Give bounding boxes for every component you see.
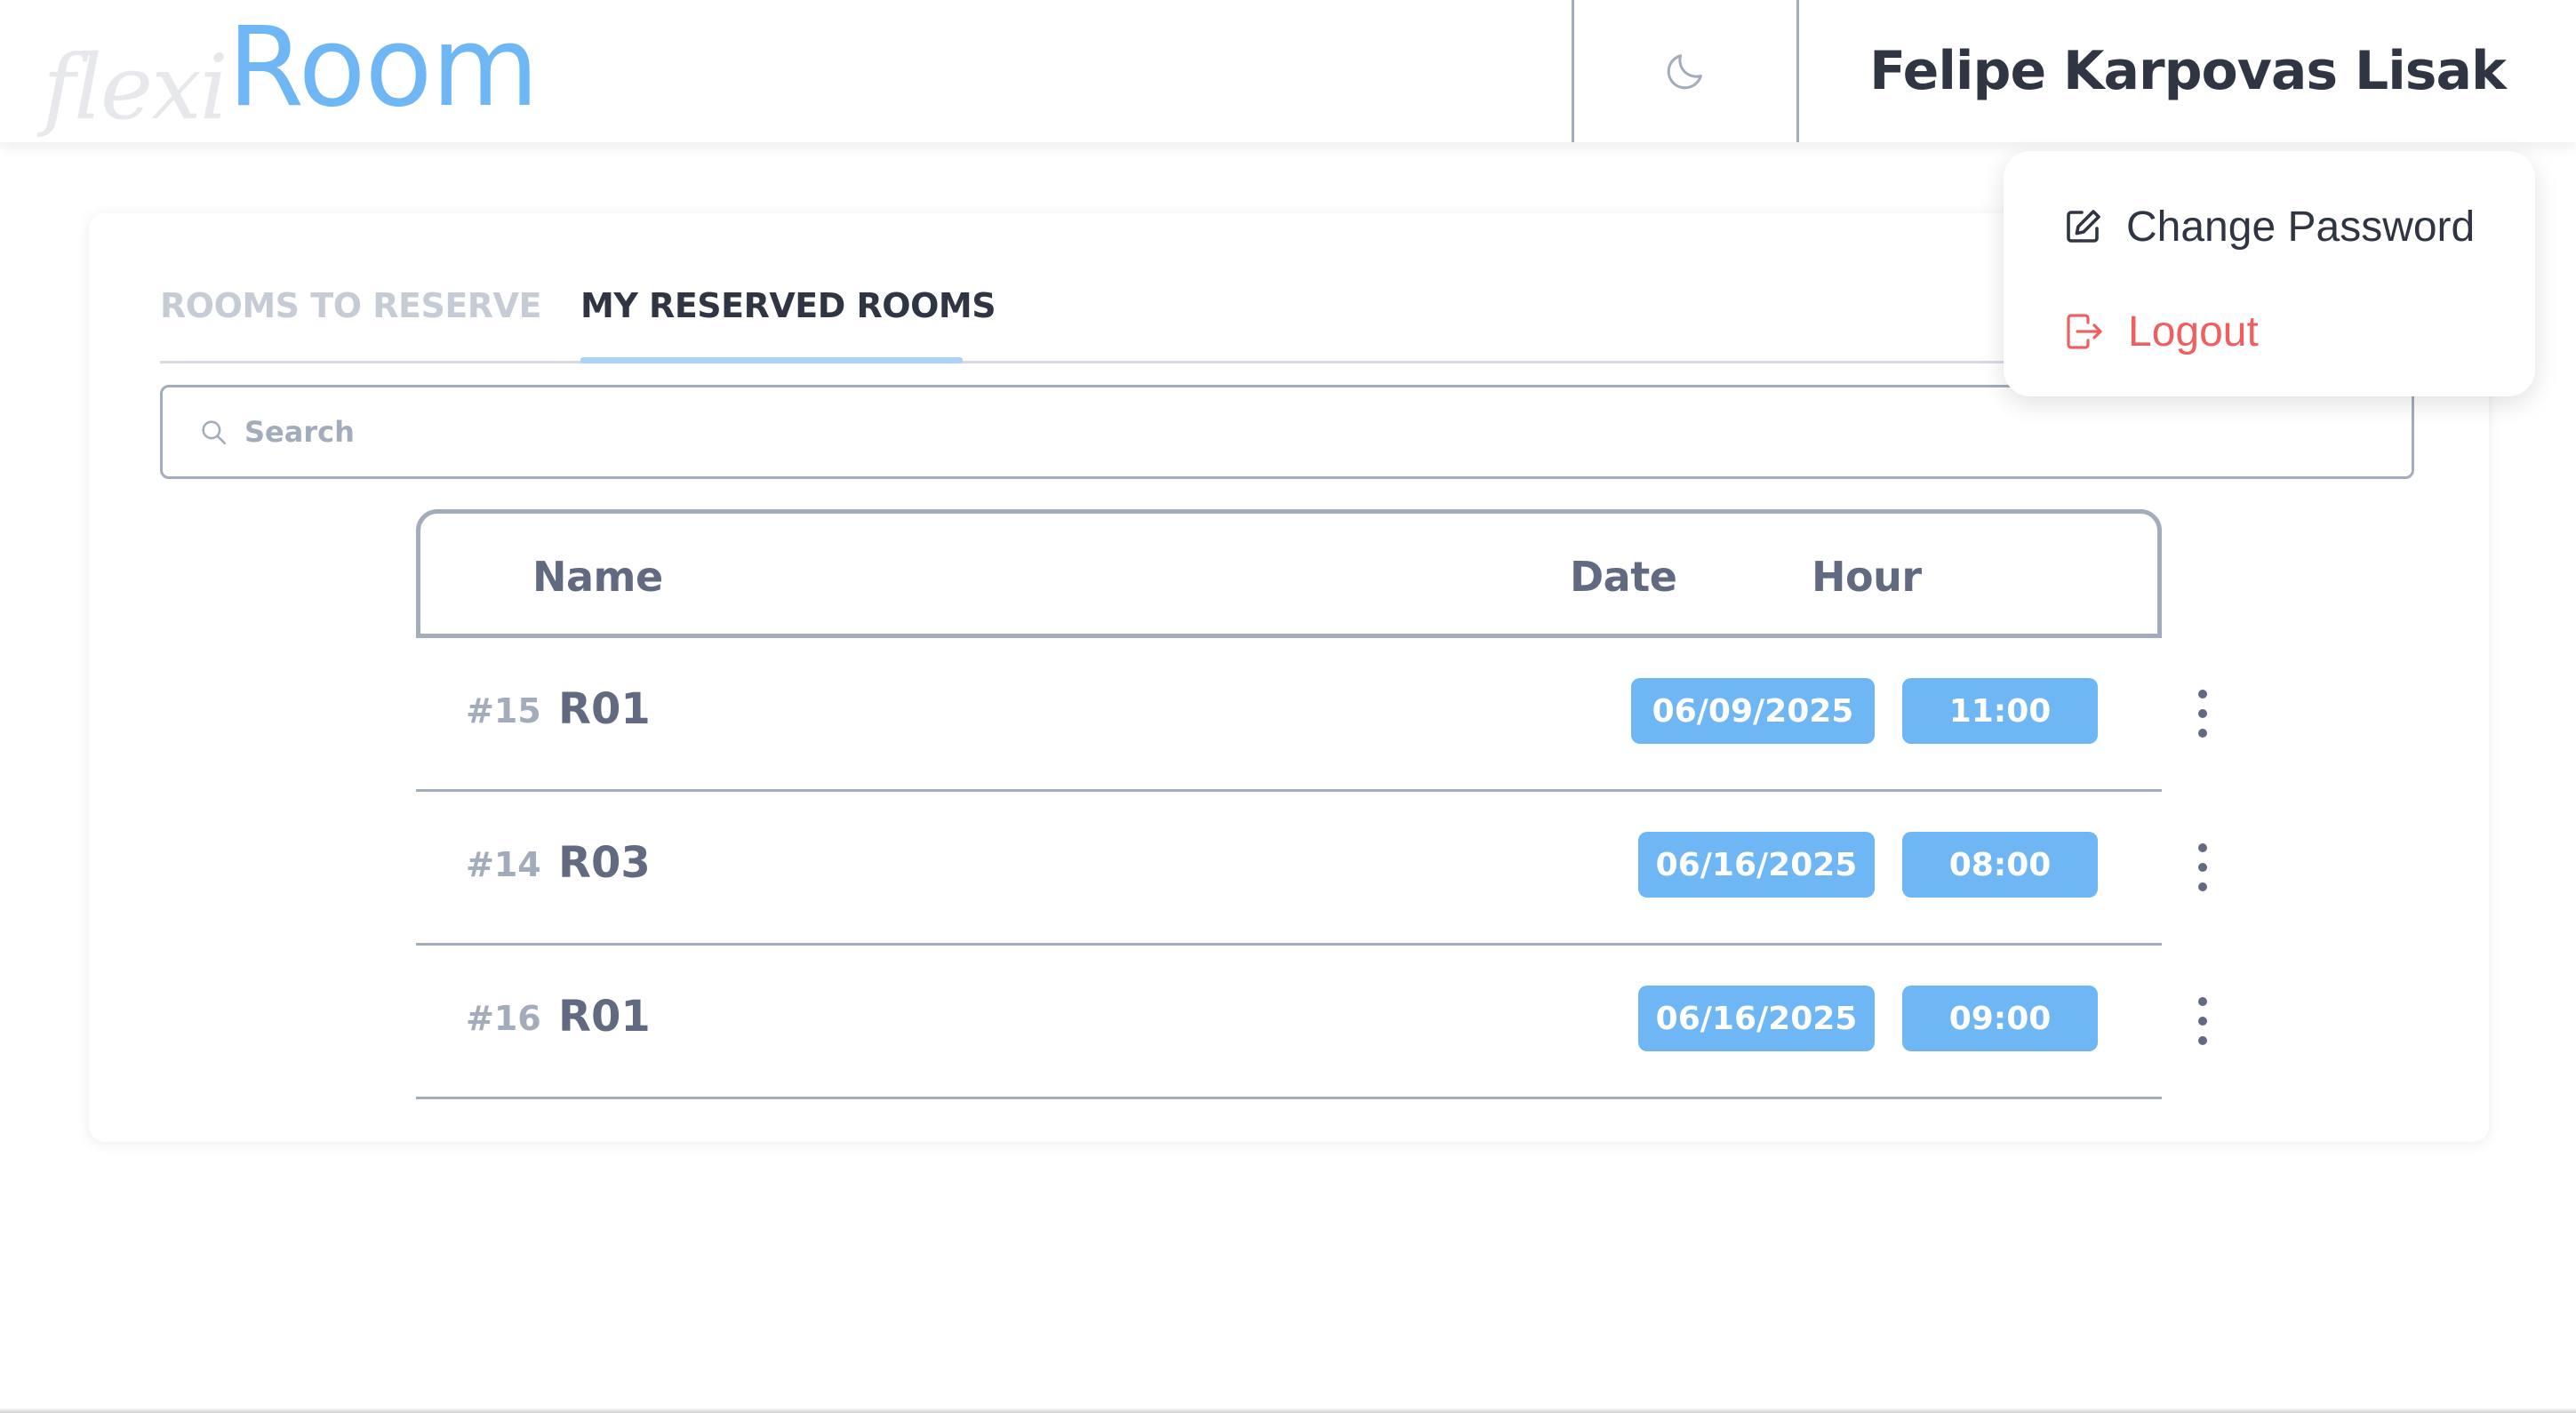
hour-badge[interactable]: 09:00: [1902, 986, 2098, 1051]
user-name: Felipe Karpovas Lisak: [1869, 40, 2507, 102]
table-row[interactable]: #16 R01 06/16/2025 09:00: [416, 946, 2207, 1099]
reservation-id: #15: [466, 691, 541, 730]
reservation-id: #16: [466, 999, 541, 1038]
app-logo[interactable]: flexi Room: [36, 0, 569, 142]
date-badge[interactable]: 06/09/2025: [1631, 678, 1875, 744]
logout-label: Logout: [2128, 307, 2259, 355]
logo-word-text: Room: [228, 4, 539, 132]
edit-icon: [2067, 210, 2100, 243]
tab-rooms-to-reserve[interactable]: ROOMS TO RESERVE: [160, 286, 541, 325]
hour-badge[interactable]: 08:00: [1902, 832, 2098, 898]
column-header-name: Name: [532, 553, 663, 601]
change-password-item[interactable]: Change Password: [2062, 196, 2475, 258]
tab-my-reserved-rooms[interactable]: MY RESERVED ROOMS: [580, 286, 996, 325]
active-tab-indicator: [580, 357, 963, 363]
room-name: R03: [558, 838, 651, 888]
theme-toggle-button[interactable]: [1574, 0, 1796, 142]
window-bottom-edge: [0, 1408, 2576, 1413]
logout-item[interactable]: Logout: [2062, 300, 2259, 363]
search-field[interactable]: [160, 385, 2414, 479]
table-row[interactable]: #15 R01 06/09/2025 11:00: [416, 638, 2207, 792]
change-password-label: Change Password: [2126, 203, 2476, 251]
search-icon: [198, 417, 228, 447]
table-row[interactable]: #14 R03 06/16/2025 08:00: [416, 792, 2207, 946]
room-name: R01: [558, 992, 651, 1042]
moon-icon: [1667, 54, 1702, 90]
user-menu-button[interactable]: Felipe Karpovas Lisak: [1799, 0, 2576, 142]
column-header-date: Date: [1570, 553, 1677, 601]
search-input[interactable]: [243, 414, 2291, 450]
date-badge[interactable]: 06/16/2025: [1638, 832, 1875, 898]
logo-script-text: flexi: [43, 36, 228, 140]
table-header: Name Date Hour: [416, 509, 2162, 638]
top-header: flexi Room Felipe Karpovas Lisak: [0, 0, 2576, 142]
row-actions-more-icon[interactable]: [2183, 992, 2222, 1050]
user-dropdown-menu: Change Password Logout: [2004, 151, 2535, 396]
reservations-table: Name Date Hour #15 R01 06/09/2025 11:00 …: [416, 509, 2207, 1099]
date-badge[interactable]: 06/16/2025: [1638, 986, 1875, 1051]
row-actions-more-icon[interactable]: [2183, 684, 2222, 743]
room-name: R01: [558, 684, 651, 734]
reservation-id: #14: [466, 845, 541, 884]
hour-badge[interactable]: 11:00: [1902, 678, 2098, 744]
logout-icon: [2067, 314, 2102, 349]
column-header-hour: Hour: [1812, 553, 1922, 601]
row-actions-more-icon[interactable]: [2183, 838, 2222, 897]
